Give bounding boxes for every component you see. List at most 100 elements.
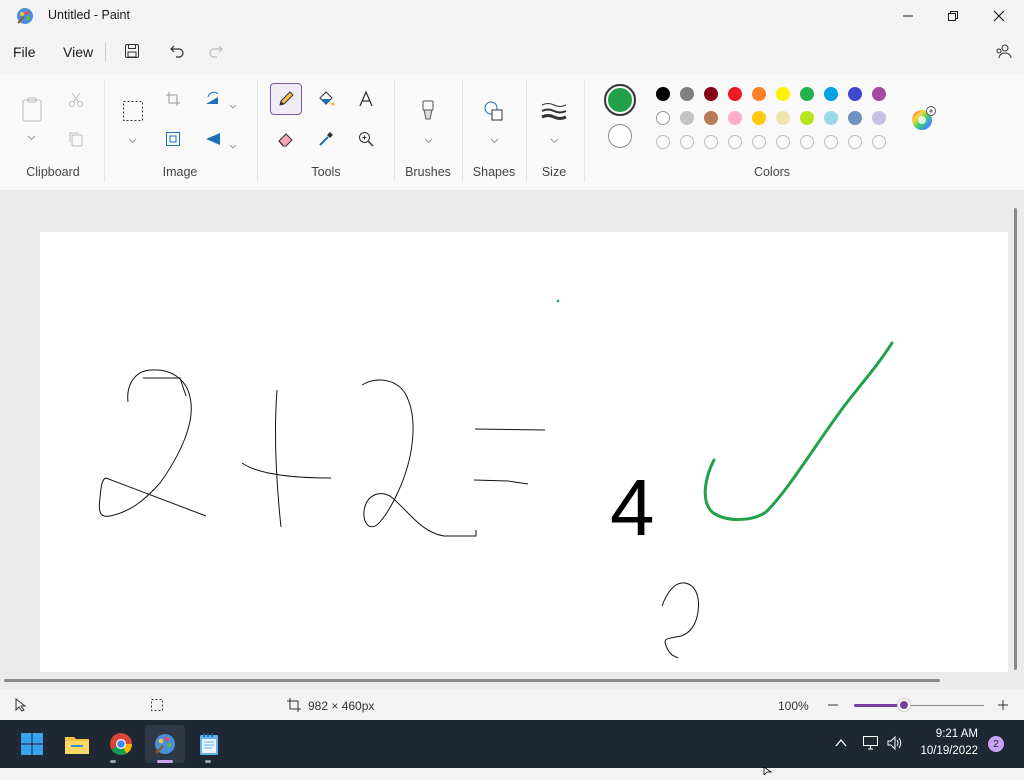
custom-color-slot[interactable] xyxy=(872,135,886,149)
custom-color-slot[interactable] xyxy=(704,135,718,149)
zoom-in-button[interactable] xyxy=(994,696,1012,714)
eraser-tool-button[interactable] xyxy=(271,124,301,154)
resize-button[interactable] xyxy=(158,124,188,154)
custom-color-slot[interactable] xyxy=(752,135,766,149)
custom-color-slot[interactable] xyxy=(776,135,790,149)
flip-button[interactable] xyxy=(198,124,228,154)
group-label-brushes: Brushes xyxy=(405,165,451,179)
palette-color-swatch[interactable] xyxy=(752,111,766,125)
canvas-size-icon xyxy=(287,698,301,717)
save-icon xyxy=(125,44,139,58)
shapes-button[interactable] xyxy=(479,96,509,126)
minimize-button[interactable] xyxy=(885,0,931,32)
close-icon xyxy=(993,10,1005,22)
brush-icon xyxy=(422,100,434,120)
size-dropdown-chevron-icon[interactable] xyxy=(550,131,559,149)
palette-color-swatch[interactable] xyxy=(776,87,790,101)
cut-button[interactable] xyxy=(61,85,91,115)
canvas-size-text: 982 × 460px xyxy=(308,699,375,713)
paste-button[interactable] xyxy=(17,95,47,125)
network-icon[interactable] xyxy=(862,735,880,756)
start-button[interactable] xyxy=(12,725,52,763)
menu-view[interactable]: View xyxy=(63,44,93,60)
palette-color-swatch[interactable] xyxy=(680,87,694,101)
palette-color-swatch[interactable] xyxy=(752,87,766,101)
paint-taskbar-button[interactable] xyxy=(145,725,185,763)
custom-color-slot[interactable] xyxy=(824,135,838,149)
close-button[interactable] xyxy=(976,0,1022,32)
text-tool-button[interactable] xyxy=(351,84,381,114)
group-label-shapes: Shapes xyxy=(472,165,516,179)
palette-color-swatch[interactable] xyxy=(800,87,814,101)
secondary-color-swatch[interactable] xyxy=(608,124,632,148)
file-explorer-taskbar-button[interactable] xyxy=(57,725,97,763)
custom-color-slot[interactable] xyxy=(656,135,670,149)
chrome-taskbar-button[interactable] xyxy=(101,725,141,763)
palette-color-swatch[interactable] xyxy=(728,111,742,125)
mouse-cursor-icon xyxy=(763,762,773,780)
magnifier-tool-button[interactable] xyxy=(351,124,381,154)
palette-color-swatch[interactable] xyxy=(848,111,862,125)
crop-button[interactable] xyxy=(158,84,188,114)
restore-button[interactable] xyxy=(930,0,976,32)
redo-button[interactable] xyxy=(201,36,231,66)
palette-color-swatch[interactable] xyxy=(728,87,742,101)
copy-button[interactable] xyxy=(61,124,91,154)
shapes-dropdown-chevron-icon[interactable] xyxy=(490,131,499,149)
custom-color-slot[interactable] xyxy=(848,135,862,149)
volume-icon[interactable] xyxy=(886,735,904,756)
taskbar-time[interactable]: 9:21 AM xyxy=(934,728,978,740)
palette-color-swatch[interactable] xyxy=(800,111,814,125)
palette-color-swatch[interactable] xyxy=(824,87,838,101)
zoom-out-button[interactable] xyxy=(824,696,842,714)
palette-color-swatch[interactable] xyxy=(848,87,862,101)
palette-color-swatch[interactable] xyxy=(824,111,838,125)
chrome-icon xyxy=(110,733,132,755)
taskbar-date[interactable]: 10/19/2022 xyxy=(918,745,978,757)
color-picker-tool-button[interactable] xyxy=(311,124,341,154)
paste-dropdown-chevron-icon[interactable] xyxy=(27,128,36,146)
palette-color-swatch[interactable] xyxy=(680,111,694,125)
rotate-dropdown-chevron-icon[interactable] xyxy=(229,96,237,114)
select-button[interactable] xyxy=(118,96,148,126)
vertical-scrollbar[interactable] xyxy=(1014,208,1017,670)
zoom-slider-thumb[interactable] xyxy=(898,699,910,711)
drawing-canvas[interactable]: 4 xyxy=(40,232,1008,672)
paint-app-icon xyxy=(16,7,34,30)
primary-color-swatch[interactable] xyxy=(604,84,636,116)
custom-color-slot[interactable] xyxy=(728,135,742,149)
palette-color-swatch[interactable] xyxy=(872,111,886,125)
palette-color-swatch[interactable] xyxy=(656,87,670,101)
palette-color-swatch[interactable] xyxy=(704,87,718,101)
redo-icon xyxy=(209,45,223,58)
zoom-slider-track[interactable] xyxy=(904,705,984,706)
notification-badge[interactable]: 2 xyxy=(988,736,1004,752)
custom-color-slot[interactable] xyxy=(800,135,814,149)
line-size-icon xyxy=(541,103,567,120)
undo-button[interactable] xyxy=(162,36,192,66)
brushes-dropdown-chevron-icon[interactable] xyxy=(424,131,433,149)
window-title: Untitled - Paint xyxy=(48,8,130,22)
palette-color-swatch[interactable] xyxy=(704,111,718,125)
fill-tool-button[interactable] xyxy=(311,84,341,114)
custom-color-slot[interactable] xyxy=(680,135,694,149)
account-button[interactable] xyxy=(988,36,1018,66)
edit-colors-button[interactable] xyxy=(908,104,938,134)
brushes-button[interactable] xyxy=(413,96,443,126)
show-hidden-icons-button[interactable] xyxy=(834,736,848,755)
notepad-taskbar-button[interactable] xyxy=(189,725,229,763)
flip-dropdown-chevron-icon[interactable] xyxy=(229,136,237,154)
horizontal-scrollbar[interactable] xyxy=(4,679,940,682)
menu-file[interactable]: File xyxy=(13,44,36,60)
palette-color-swatch[interactable] xyxy=(656,111,670,125)
title-bar: Untitled - Paint xyxy=(0,0,1024,32)
size-button[interactable] xyxy=(539,96,569,126)
palette-color-swatch[interactable] xyxy=(776,111,790,125)
crop-icon xyxy=(166,92,180,106)
save-button[interactable] xyxy=(117,36,147,66)
rotate-button[interactable] xyxy=(198,84,228,114)
eraser-icon xyxy=(278,133,293,147)
pencil-tool-button[interactable] xyxy=(270,83,302,115)
select-dropdown-chevron-icon[interactable] xyxy=(128,131,137,149)
palette-color-swatch[interactable] xyxy=(872,87,886,101)
